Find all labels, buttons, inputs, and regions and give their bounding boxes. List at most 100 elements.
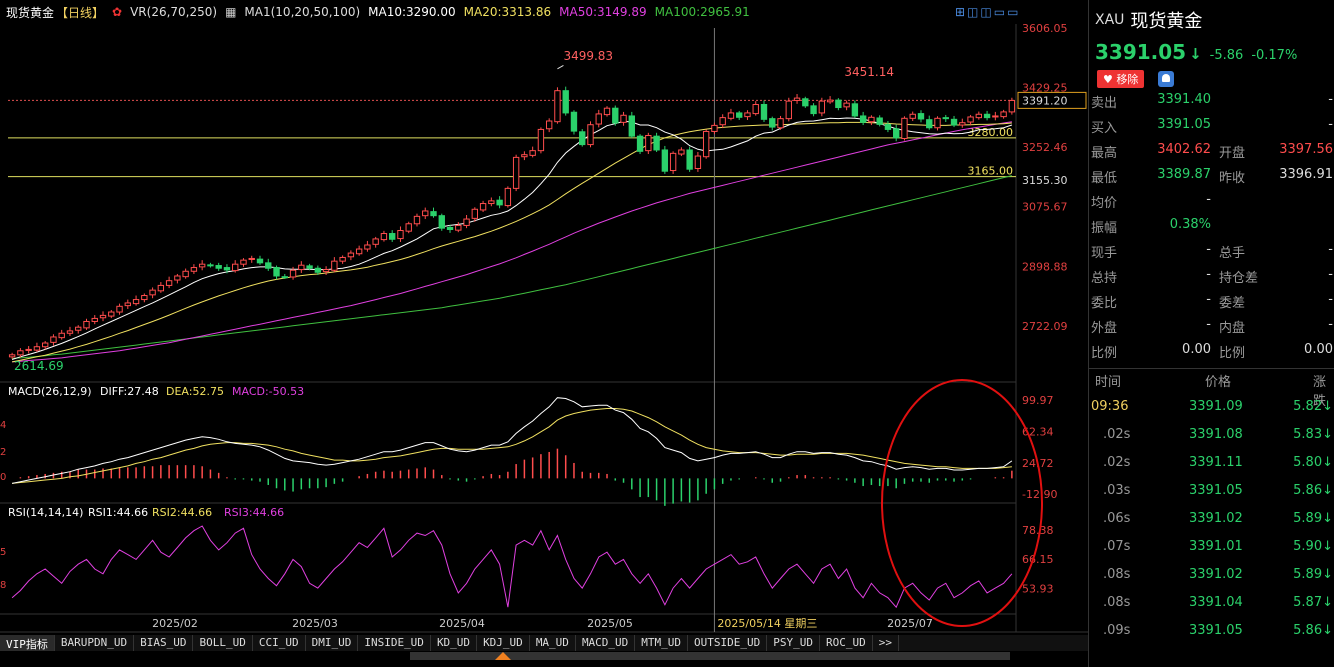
price-change: -5.86: [1209, 48, 1244, 63]
candle-body: [446, 226, 454, 230]
indicator-tab[interactable]: DMI_UD: [306, 635, 359, 651]
candle: [901, 116, 908, 141]
candle: [347, 250, 355, 261]
remove-watchlist-button[interactable]: ♥ 移除: [1097, 70, 1145, 88]
candle: [785, 97, 792, 122]
candle: [190, 264, 198, 274]
candle-body: [603, 107, 611, 116]
macd-dea-label: DEA:52.75: [166, 385, 224, 398]
candle-body: [174, 275, 181, 281]
candle-body: [653, 135, 660, 151]
candle-body: [628, 115, 635, 137]
candle-body: [248, 257, 255, 260]
ma100-label: MA100:2965.91: [654, 5, 750, 19]
indicator-tab[interactable]: KDJ_UD: [477, 635, 530, 651]
alert-bell-icon[interactable]: [1158, 71, 1175, 87]
ma20-label: MA20:3313.86: [463, 5, 552, 19]
candle-body: [389, 233, 396, 240]
indicator-tab[interactable]: INSIDE_UD: [358, 635, 431, 651]
indicator-tab[interactable]: OUTSIDE_UD: [688, 635, 768, 651]
quote-row: 卖出 3391.40 -: [1089, 88, 1334, 113]
candle: [141, 293, 148, 303]
candle: [380, 230, 388, 242]
candle: [537, 127, 545, 154]
indicator-tab[interactable]: ROC_UD: [820, 635, 873, 651]
candle: [851, 100, 859, 118]
quote-label: 比例: [1091, 346, 1118, 361]
ma20-line: [11, 121, 1012, 363]
candle: [298, 261, 305, 273]
vr-label: VR(26,70,250): [130, 5, 218, 19]
period-label[interactable]: 【日线】: [56, 4, 104, 21]
tick-time: .06s: [1103, 511, 1131, 526]
indicator-tab[interactable]: BOLL_UD: [193, 635, 253, 651]
chart-area[interactable]: 3606.053429.253252.463075.672898.882722.…: [0, 0, 1088, 667]
indicator-tab[interactable]: CCI_UD: [253, 635, 306, 651]
quote-row: 最高 3402.62 开盘 3397.56: [1089, 138, 1334, 163]
quote-value: -: [1206, 192, 1211, 207]
candle: [75, 325, 82, 334]
symbol-code: XAU: [1095, 12, 1125, 28]
price-axis-tick: 3252.46: [1022, 141, 1068, 154]
candle: [843, 100, 850, 111]
candle-body: [364, 244, 371, 250]
level2-label: 3165.00: [968, 165, 1014, 178]
macd-title: MACD(26,12,9): [8, 385, 92, 398]
rsi2-label: RSI2:44.66: [152, 506, 212, 519]
candle-body: [355, 248, 363, 255]
candle-body: [950, 118, 958, 126]
candle-body: [851, 103, 859, 117]
candle-body: [661, 149, 669, 172]
candle-body: [372, 238, 379, 245]
quote-label: 委比: [1091, 296, 1118, 311]
quote-value: 3391.05: [1157, 117, 1211, 132]
tick-time: .08s: [1103, 567, 1131, 582]
ma10-line: [11, 117, 1013, 360]
candle: [744, 110, 751, 120]
ma50-label: MA50:3149.89: [559, 5, 647, 19]
candle: [157, 282, 165, 293]
symbol-name: 现货黄金: [1130, 11, 1203, 32]
settings-gear-icon[interactable]: ✿: [112, 5, 122, 19]
quote-row: 振幅 0.38%: [1089, 213, 1334, 238]
candle-body: [430, 211, 437, 217]
candle-body: [58, 332, 65, 339]
layout-icons[interactable]: ⊞◫◫▭▭: [955, 5, 1020, 19]
quote-label-2: 比例: [1219, 346, 1246, 361]
candle: [802, 96, 809, 108]
candle: [479, 200, 487, 212]
indicator-tab[interactable]: >>: [873, 635, 900, 651]
remove-label: 移除: [1116, 73, 1139, 86]
candle-body: [893, 128, 900, 139]
macd-left-tick: 0: [0, 472, 6, 483]
candle-body: [934, 117, 941, 129]
candle-body: [50, 336, 57, 343]
x-axis-label: 2025/02: [152, 617, 198, 630]
indicator-tab[interactable]: KD_UD: [431, 635, 478, 651]
last-price: 3391.05: [1095, 40, 1187, 64]
quote-row: 买入 3391.05 -: [1089, 113, 1334, 138]
indicator-tab[interactable]: BIAS_UD: [134, 635, 194, 651]
indicator-tab[interactable]: MTM_UD: [635, 635, 689, 651]
x-axis-label: 2025/03: [292, 617, 338, 630]
tick-price: 3391.08: [1189, 427, 1243, 442]
candle-body: [636, 135, 644, 152]
indicator-tab[interactable]: BARUPDN_UD: [55, 635, 135, 651]
candle-body: [405, 223, 412, 232]
candle: [975, 111, 983, 120]
indicator-tab[interactable]: VIP指标: [0, 635, 55, 651]
quote-label: 最低: [1091, 171, 1118, 186]
rsi1-label: RSI1:44.66: [88, 506, 148, 519]
tick-row: .08s 3391.04 5.87↓: [1089, 590, 1334, 618]
tick-change: 5.89↓: [1293, 567, 1333, 582]
candle: [983, 110, 991, 121]
ma-settings-icon[interactable]: ▦: [225, 5, 236, 19]
tick-price: 3391.01: [1189, 539, 1243, 554]
indicator-tab[interactable]: PSY_UD: [767, 635, 821, 651]
price-axis-tick: 3075.67: [1022, 201, 1068, 214]
ticks-time-header: 时间: [1095, 375, 1122, 390]
indicator-tab[interactable]: MACD_UD: [576, 635, 636, 651]
candle: [174, 273, 181, 284]
candle-body: [322, 269, 330, 273]
indicator-tab[interactable]: MA_UD: [530, 635, 576, 651]
